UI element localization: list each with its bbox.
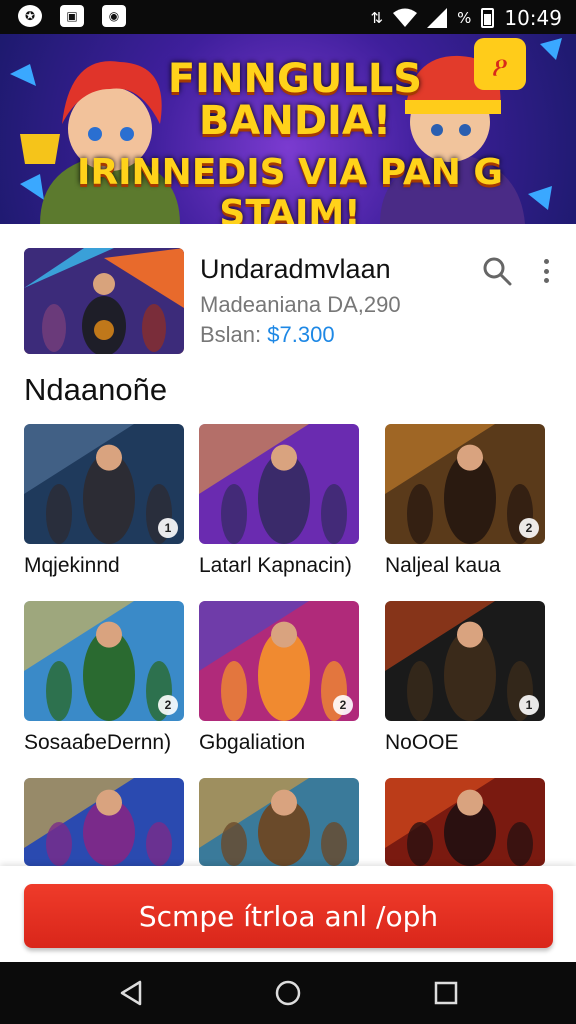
back-icon[interactable] [116, 978, 146, 1008]
game-tile[interactable]: 2 [24, 601, 184, 721]
primary-cta-button[interactable]: Scmpe ítrloa anl /oph [24, 884, 553, 948]
tile-badge: 1 [519, 695, 539, 715]
home-icon[interactable] [273, 978, 303, 1008]
banner-title-line2: BANDIA! [198, 98, 392, 144]
tile-badge: 2 [519, 518, 539, 538]
wifi-icon [393, 8, 418, 27]
signal-icon [427, 8, 448, 28]
game-tile[interactable]: 1 [24, 424, 184, 544]
svg-text:ዖ: ዖ [492, 50, 508, 83]
game-tile[interactable] [24, 778, 184, 866]
promo-banner[interactable]: ዖ FINNGULLS BANDIA! IRINNEDIS VIA PAN G … [0, 34, 576, 224]
tile-badge: 2 [333, 695, 353, 715]
featured-thumbnail[interactable] [24, 248, 184, 354]
price-value: $7.300 [267, 322, 335, 347]
battery-icon [481, 8, 495, 28]
cta-bar: Scmpe ítrloa anl /oph [0, 866, 576, 962]
game-tile[interactable]: 2 [385, 424, 545, 544]
banner-title-line1: FINNGULLS [167, 56, 423, 102]
price-label: Bslan: [200, 322, 262, 347]
game-tile[interactable] [199, 424, 359, 544]
chat-icon: ◉ [102, 5, 126, 27]
tile-badge: 1 [158, 518, 178, 538]
status-bar: ✪ ▣ ◉ ⇅ % 10:49 [0, 0, 576, 34]
game-tile[interactable]: 2 [199, 601, 359, 721]
featured-title: Undaradmvlaan [200, 254, 391, 284]
game-title: NoOOE [385, 731, 459, 754]
more-options-icon[interactable] [536, 256, 556, 286]
data-icon: ⇅ [370, 9, 384, 27]
status-time: 10:49 [504, 6, 562, 30]
banner-tagline: IRINNEDIS VIA PAN G STAIM! [77, 152, 503, 224]
game-title: SosaaɓeDernn) [24, 731, 172, 754]
tile-badge: 2 [158, 695, 178, 715]
game-tile[interactable] [199, 778, 359, 866]
gallery-icon: ▣ [60, 5, 84, 27]
system-nav-bar [0, 962, 576, 1024]
game-tile[interactable] [385, 778, 545, 866]
game-title: Mqjekinnd [24, 554, 120, 577]
game-title: Gbgaliation [199, 731, 306, 754]
game-tile[interactable]: 1 [385, 601, 545, 721]
game-title: Naljeal kaua [385, 554, 501, 577]
recents-icon[interactable] [431, 978, 461, 1008]
app-icon: ✪ [18, 5, 42, 27]
section-title: Ndaanoñe [24, 372, 168, 407]
search-icon[interactable] [482, 256, 512, 286]
featured-price-row: Bslan: $7.300 [200, 322, 335, 348]
signal-text: % [457, 9, 472, 27]
featured-item[interactable]: Undaradmvlaan Madeaniana DA,290 Bslan: $… [0, 226, 576, 366]
game-title: Latarl Kapnacin) [199, 554, 352, 577]
featured-subtitle: Madeaniana DA,290 [200, 292, 401, 317]
